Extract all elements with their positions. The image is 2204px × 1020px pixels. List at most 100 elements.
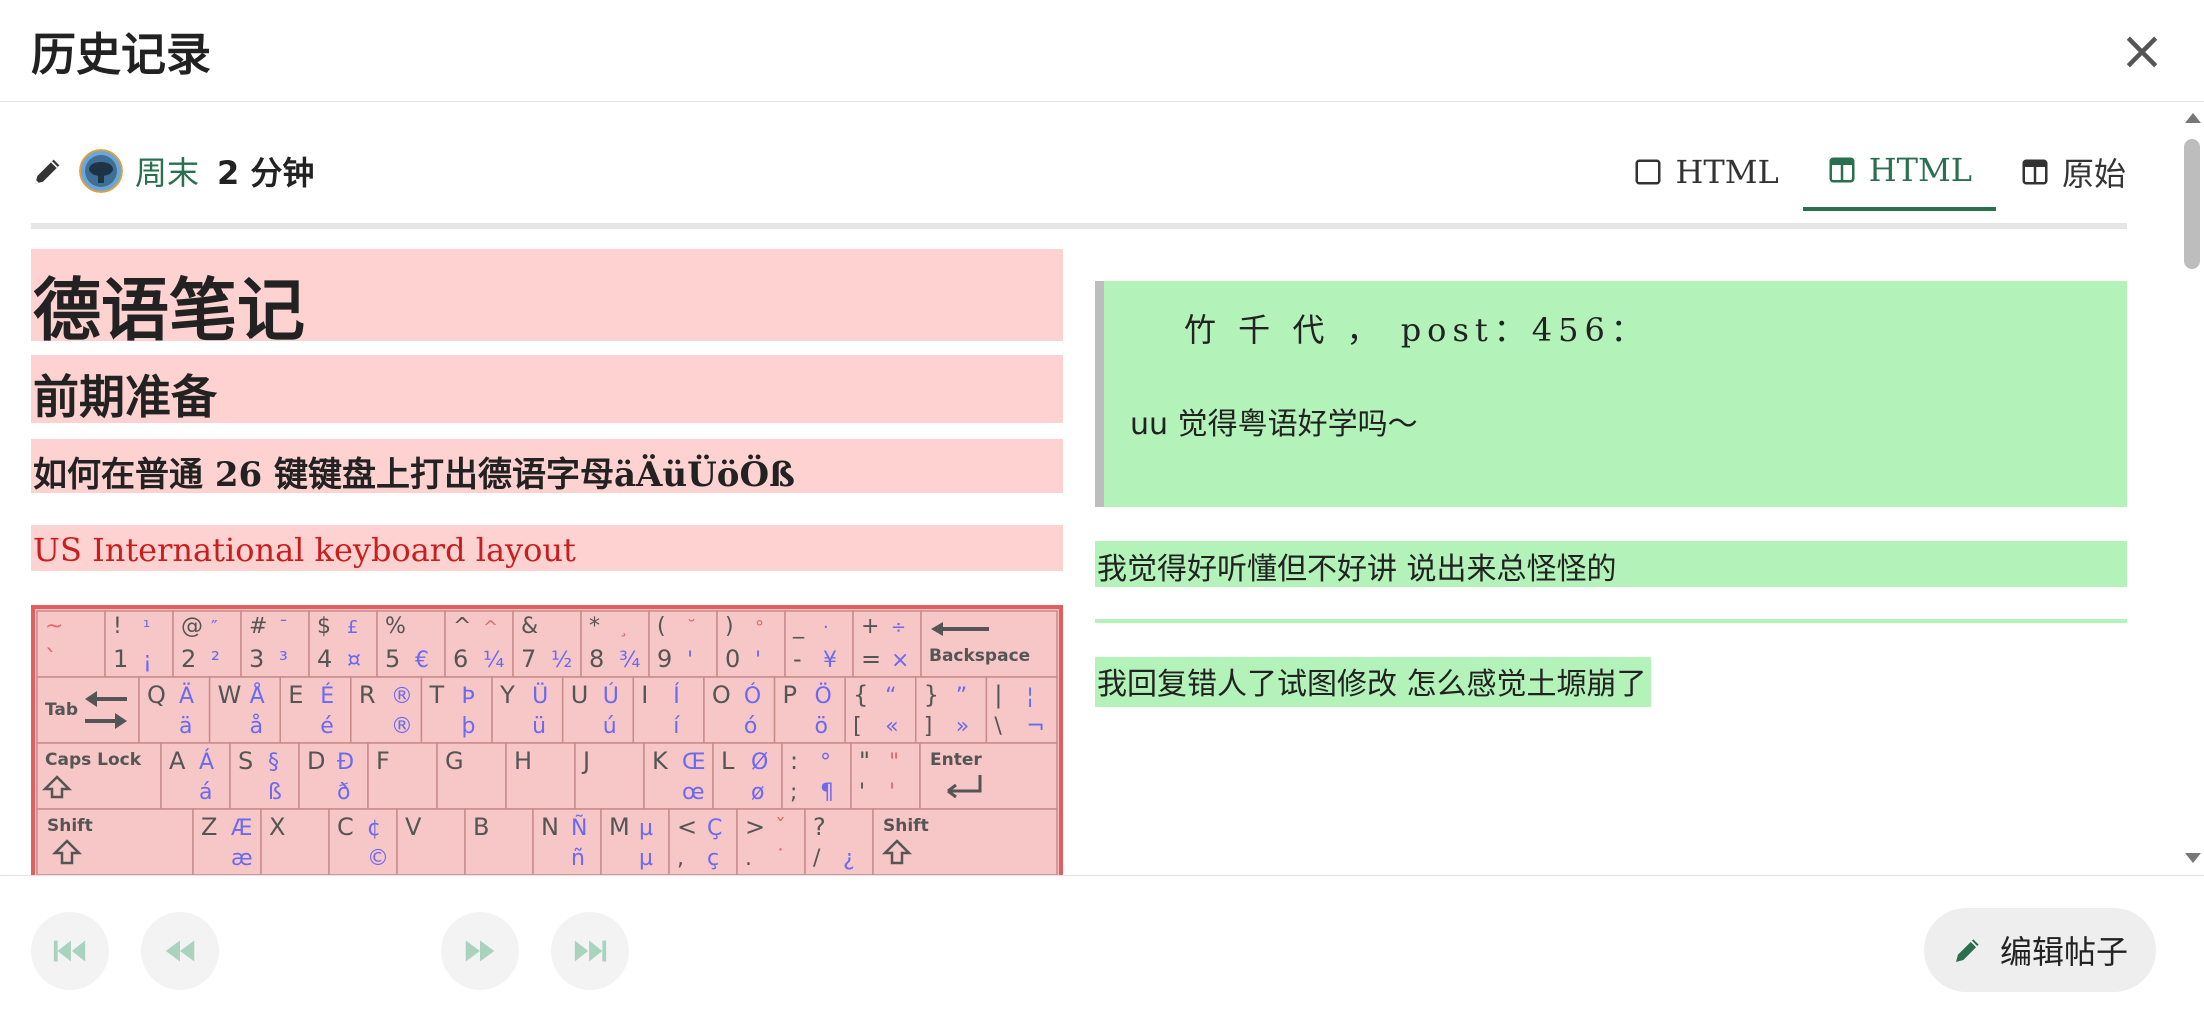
key-label: M: [609, 813, 630, 841]
key-alt-shift-label: ˘: [687, 617, 696, 638]
key-alt-shift-label: °: [820, 750, 831, 775]
key-alt-label: ü: [532, 714, 546, 739]
key-alt-shift-label: ¦: [1026, 684, 1033, 709]
key-alt-shift-label: Đ: [337, 750, 354, 775]
key-label: Z: [201, 813, 217, 841]
key-label: B: [473, 813, 489, 841]
paragraph: 我回复错人了试图修改 怎么感觉土塬崩了: [1095, 657, 1651, 707]
key-alt-shift-label: Œ: [682, 750, 706, 775]
key-alt-label: á: [199, 780, 212, 805]
tab-html-side-by-side[interactable]: HTML: [1802, 133, 1996, 211]
backspace-key: [920, 610, 1058, 678]
key-alt-shift-label: Ö: [815, 683, 832, 709]
key-alt-label: í: [673, 714, 680, 739]
key-alt-shift-label: ÷: [891, 617, 906, 638]
key-alt-label: ú: [603, 714, 617, 739]
key-alt-label: ¤: [347, 648, 361, 673]
key-label: 4: [317, 645, 332, 673]
key-label: >: [745, 813, 765, 841]
scroll-down-arrow[interactable]: [2185, 853, 2201, 863]
key-label: X: [269, 813, 285, 841]
scroll-up-arrow[interactable]: [2185, 113, 2201, 123]
key-low-label: \: [994, 714, 1002, 739]
current-version-column: 竹 千 代 ， post：456： uu 觉得粤语好学吗～ 我觉得好听懂但不好讲…: [1095, 249, 2127, 707]
key-shift-label: &: [521, 614, 538, 639]
last-revision-button[interactable]: [551, 912, 629, 990]
key-alt-shift-label: °: [755, 617, 764, 638]
key-label: T: [428, 681, 444, 709]
modal-footer: 编辑帖子: [0, 875, 2204, 1020]
key-alt-shift-label: ¹: [143, 617, 150, 638]
key-alt-shift-label: É: [320, 683, 334, 709]
shift-label: Shift: [47, 816, 93, 836]
scroll-thumb[interactable]: [2184, 139, 2200, 269]
keyboard-layout-link[interactable]: US International keyboard layout: [31, 525, 1063, 571]
next-revision-button[interactable]: [441, 912, 519, 990]
tab-raw[interactable]: 原始: [1996, 133, 2150, 211]
key-label: 1: [113, 645, 128, 673]
key-alt-label: ³: [279, 648, 288, 673]
key-alt-label: å: [250, 713, 263, 739]
key-label: P: [783, 681, 797, 709]
first-revision-button[interactable]: [31, 912, 109, 990]
pencil-icon: [1955, 939, 1979, 962]
key-alt-label: ': [755, 648, 761, 673]
key-label: {: [853, 681, 868, 709]
key-alt-label: ¶: [820, 780, 834, 805]
caps-lock-label: Caps Lock: [45, 750, 142, 770]
key-alt-label: ¾: [619, 648, 640, 673]
key-alt-label: ð: [337, 780, 350, 805]
key-alt-label: œ: [682, 780, 705, 805]
key-shift-label: $: [317, 614, 331, 639]
key-label: Y: [499, 681, 515, 709]
shift-label: Shift: [883, 816, 929, 836]
key-alt-shift-label: ": [889, 750, 899, 775]
username[interactable]: 周末: [135, 148, 199, 194]
key-label: =: [861, 645, 881, 673]
revision-time: 2 分钟: [217, 154, 315, 192]
close-button[interactable]: ×: [2114, 19, 2170, 82]
key-low-label: [: [853, 714, 862, 739]
close-icon: ×: [2119, 18, 2165, 82]
previous-revision-button[interactable]: [141, 912, 219, 990]
columns-icon: [2022, 159, 2048, 185]
key-alt-shift-label: Þ: [461, 684, 474, 709]
key-alt-label: ¼: [483, 648, 504, 673]
key-label: 3: [249, 645, 264, 673]
key-alt-shift-label: Ñ: [571, 814, 587, 841]
key-label: 0: [725, 645, 740, 673]
revision-meta: 周末 2 分钟: [31, 143, 314, 199]
key-alt-shift-label: ″: [211, 617, 218, 638]
key-shift-label: *: [589, 614, 600, 639]
modal-title: 历史记录: [31, 28, 212, 81]
key-alt-label: µ: [639, 846, 653, 871]
key-label: 7: [521, 645, 536, 673]
key-alt-label: ó: [744, 714, 757, 739]
key-label: H: [514, 747, 532, 775]
keyboard-layout-image: ~ `! 1 ¹ ¡ @2 ″ ² #3 ¯ ³ $4 £ ¤% 5 € ^ 6 ^ ¼ & 7 ½ * 8 ¸ ¾ (9 ˘ ') 0 ° '…: [31, 605, 1063, 875]
tab-divider: [31, 223, 2127, 229]
key-alt-label: ®: [391, 714, 413, 739]
tab-label: Tab: [45, 700, 78, 720]
key-alt-label: é: [320, 714, 334, 739]
key-alt-label: ø: [751, 780, 764, 805]
key-alt-label: æ: [231, 846, 253, 871]
avatar[interactable]: [79, 149, 123, 193]
key-label: :: [790, 747, 798, 775]
square-icon: [1635, 159, 1661, 185]
key-alt-label: ¥: [823, 648, 837, 673]
key-label: -: [793, 645, 802, 673]
quote-author: 竹 千 代 ， post：456：: [1184, 311, 1649, 349]
edit-post-button[interactable]: 编辑帖子: [1923, 908, 2156, 992]
key-alt-shift-label: Ú: [603, 683, 619, 709]
key-shift-label: !: [113, 614, 122, 639]
key-shift-label: @: [181, 614, 203, 639]
key-label: 6: [453, 645, 468, 673]
scrollbar[interactable]: [2180, 103, 2204, 875]
key-label: O: [712, 681, 731, 709]
columns-icon: [1829, 157, 1855, 183]
key-label: C: [337, 813, 354, 841]
tab-html-inline[interactable]: HTML: [1609, 133, 1802, 211]
key-shift-label: #: [249, 614, 267, 639]
heading-1: 德语笔记: [31, 249, 1063, 351]
